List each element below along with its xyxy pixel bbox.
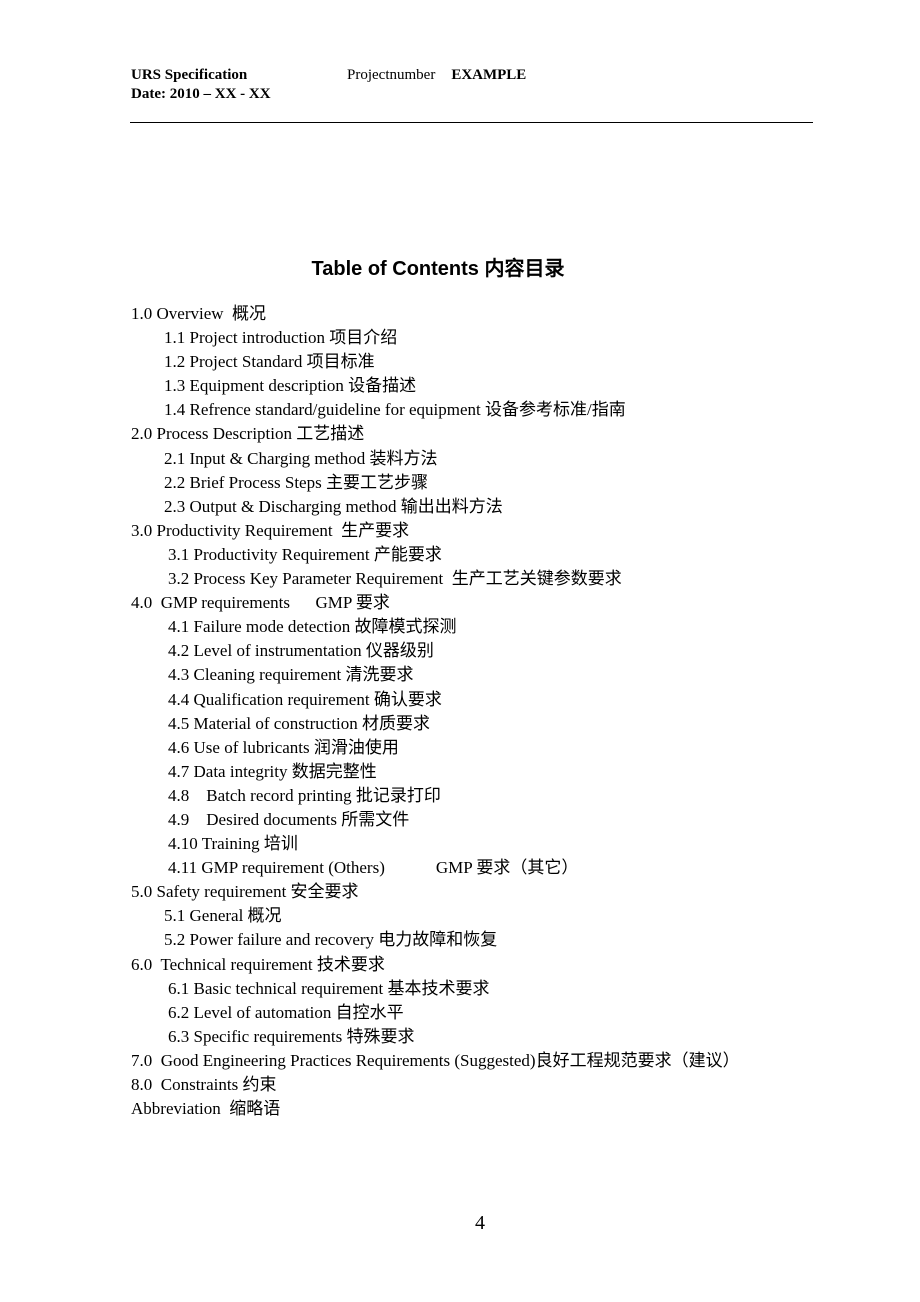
project-number: Projectnumber EXAMPLE: [347, 66, 526, 85]
toc-subsection[interactable]: 1.4 Refrence standard/guideline for equi…: [131, 398, 740, 422]
document-date: Date: 2010 – XX - XX: [131, 86, 271, 102]
toc-subsection[interactable]: 4.7 Data integrity 数据完整性: [131, 760, 740, 784]
toc-subsection[interactable]: 4.10 Training 培训: [131, 832, 740, 856]
toc-section[interactable]: Abbreviation 缩略语: [131, 1097, 740, 1121]
toc-subsection[interactable]: 1.3 Equipment description 设备描述: [131, 374, 740, 398]
toc-subsection[interactable]: 1.2 Project Standard 项目标准: [131, 350, 740, 374]
toc-subsection[interactable]: 5.2 Power failure and recovery 电力故障和恢复: [131, 928, 740, 952]
toc-subsection[interactable]: 4.9 Desired documents 所需文件: [131, 808, 740, 832]
toc-section[interactable]: 8.0 Constraints 约束: [131, 1073, 740, 1097]
header-left: URS Specification Date: 2010 – XX - XX: [131, 66, 271, 104]
toc-subsection[interactable]: 4.6 Use of lubricants 润滑油使用: [131, 736, 740, 760]
toc-subsection[interactable]: 2.1 Input & Charging method 装料方法: [131, 447, 740, 471]
toc-section[interactable]: 5.0 Safety requirement 安全要求: [131, 880, 740, 904]
toc-subsection[interactable]: 1.1 Project introduction 项目介绍: [131, 326, 740, 350]
toc-subsection[interactable]: 4.3 Cleaning requirement 清洗要求: [131, 663, 740, 687]
toc-subsection[interactable]: 6.3 Specific requirements 特殊要求: [131, 1025, 740, 1049]
toc-subsection[interactable]: 4.1 Failure mode detection 故障模式探测: [131, 615, 740, 639]
toc-subsection[interactable]: 4.2 Level of instrumentation 仪器级别: [131, 639, 740, 663]
toc-subsection[interactable]: 3.1 Productivity Requirement 产能要求: [131, 543, 740, 567]
toc-section[interactable]: 3.0 Productivity Requirement 生产要求: [131, 519, 740, 543]
header-divider: [130, 122, 813, 123]
toc-section[interactable]: 1.0 Overview 概况: [131, 302, 740, 326]
toc-subsection[interactable]: 4.5 Material of construction 材质要求: [131, 712, 740, 736]
toc-subsection[interactable]: 3.2 Process Key Parameter Requirement 生产…: [131, 567, 740, 591]
toc-subsection[interactable]: 6.1 Basic technical requirement 基本技术要求: [131, 977, 740, 1001]
project-number-label: Projectnumber: [347, 67, 436, 83]
toc-subsection[interactable]: 2.3 Output & Discharging method 输出出料方法: [131, 495, 740, 519]
toc-section[interactable]: 2.0 Process Description 工艺描述: [131, 422, 740, 446]
toc-subsection[interactable]: 6.2 Level of automation 自控水平: [131, 1001, 740, 1025]
toc-subsection[interactable]: 4.11 GMP requirement (Others) GMP 要求（其它）: [131, 856, 740, 880]
toc-subsection[interactable]: 4.4 Qualification requirement 确认要求: [131, 688, 740, 712]
toc-title: Table of Contents 内容目录: [311, 258, 565, 280]
toc-section[interactable]: 7.0 Good Engineering Practices Requireme…: [131, 1049, 740, 1073]
page-number: 4: [475, 1212, 485, 1234]
table-of-contents: 1.0 Overview 概况 1.1 Project introduction …: [131, 302, 740, 1121]
project-number-value: EXAMPLE: [451, 67, 527, 83]
toc-section[interactable]: 6.0 Technical requirement 技术要求: [131, 953, 740, 977]
toc-section[interactable]: 4.0 GMP requirements GMP 要求: [131, 591, 740, 615]
toc-subsection[interactable]: 4.8 Batch record printing 批记录打印: [131, 784, 740, 808]
toc-subsection[interactable]: 5.1 General 概况: [131, 904, 740, 928]
document-title: URS Specification: [131, 67, 248, 83]
toc-subsection[interactable]: 2.2 Brief Process Steps 主要工艺步骤: [131, 471, 740, 495]
